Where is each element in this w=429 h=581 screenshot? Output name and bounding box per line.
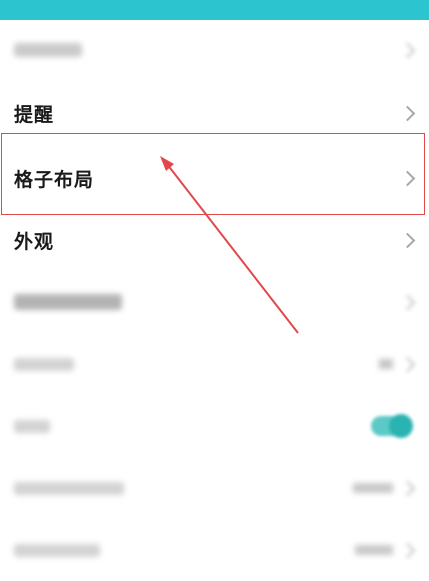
- chevron-right-icon: [399, 232, 416, 248]
- settings-row-label: 外观: [14, 230, 55, 253]
- settings-row-value: [355, 545, 393, 555]
- chevron-right-icon: [399, 356, 416, 372]
- header-bar: [0, 0, 429, 20]
- settings-row-blurred-2[interactable]: [0, 271, 429, 333]
- settings-row-blurred-1[interactable]: [0, 20, 429, 80]
- toggle-switch[interactable]: [371, 414, 413, 438]
- settings-row-label: 格子布局: [14, 168, 95, 191]
- settings-row-label: [14, 43, 82, 57]
- chevron-right-icon: [399, 480, 416, 496]
- settings-row-label: [14, 419, 50, 433]
- chevron-right-icon: [399, 105, 416, 122]
- settings-row-label: [14, 481, 124, 495]
- settings-row-label: [14, 357, 74, 371]
- chevron-right-icon: [399, 542, 416, 558]
- chevron-right-icon: [399, 42, 416, 58]
- settings-row-label: 提醒: [14, 104, 55, 126]
- settings-row-value: [379, 359, 393, 369]
- settings-row-blurred-4[interactable]: [0, 457, 429, 519]
- chevron-right-icon: [399, 294, 416, 310]
- settings-row-appearance[interactable]: 外观: [0, 209, 429, 271]
- settings-row-label: [14, 294, 122, 310]
- settings-row-label: [14, 543, 100, 557]
- settings-row-blurred-3[interactable]: [0, 333, 429, 395]
- settings-row-reminder[interactable]: 提醒: [0, 80, 429, 147]
- settings-row-value: [353, 483, 393, 493]
- settings-list: 提醒 格子布局 外观: [0, 20, 429, 581]
- toggle-knob: [389, 414, 413, 438]
- settings-row-blurred-5[interactable]: [0, 519, 429, 581]
- settings-row-grid-layout[interactable]: 格子布局: [0, 147, 429, 209]
- settings-row-blurred-toggle: [0, 395, 429, 457]
- chevron-right-icon: [399, 170, 416, 186]
